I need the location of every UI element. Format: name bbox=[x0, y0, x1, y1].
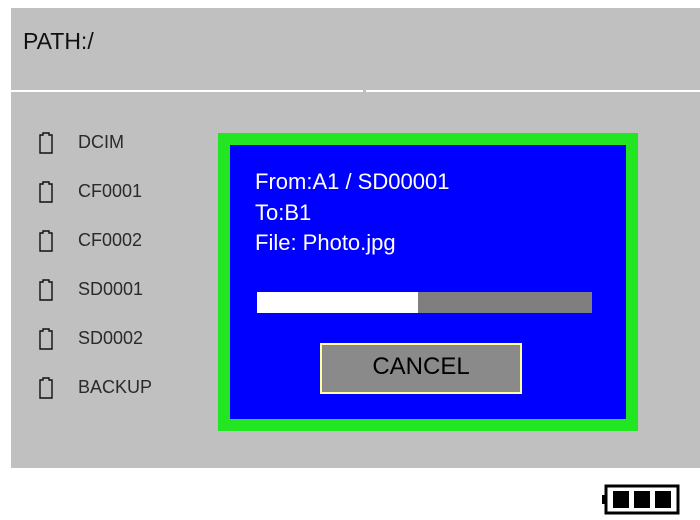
copy-file-line: File : Photo.jpg bbox=[255, 230, 396, 256]
folder-item-label: SD0002 bbox=[78, 328, 144, 348]
path-bar: PATH:/ bbox=[11, 8, 700, 90]
current-path: PATH:/ bbox=[23, 28, 94, 54]
source-value: :A1 / SD00001 bbox=[306, 169, 450, 194]
battery-full-icon bbox=[601, 484, 680, 515]
card-icon bbox=[39, 229, 53, 252]
dialog-body: From :A1 / SD00001 To :B1 File : Photo.j… bbox=[230, 145, 626, 419]
copy-progress-fill bbox=[257, 292, 418, 313]
destination-value: :B1 bbox=[278, 200, 312, 225]
folder-item-sd0002[interactable]: SD0002 bbox=[39, 314, 209, 363]
copy-progress-dialog: From :A1 / SD00001 To :B1 File : Photo.j… bbox=[218, 133, 638, 431]
folder-item-dcim[interactable]: DCIM bbox=[39, 118, 209, 167]
file-value: : Photo.jpg bbox=[290, 230, 396, 255]
cancel-button[interactable]: CANCEL bbox=[320, 343, 522, 394]
folder-item-cf0001[interactable]: CF0001 bbox=[39, 167, 209, 216]
card-icon bbox=[39, 327, 53, 350]
path-divider-left bbox=[11, 90, 363, 92]
card-icon bbox=[39, 278, 53, 301]
folder-item-cf0002[interactable]: CF0002 bbox=[39, 216, 209, 265]
card-icon bbox=[39, 180, 53, 203]
path-divider-right bbox=[366, 90, 700, 92]
folder-item-backup[interactable]: BACKUP bbox=[39, 363, 209, 412]
folder-item-label: DCIM bbox=[78, 132, 124, 152]
folder-item-label: SD0001 bbox=[78, 279, 144, 299]
folder-item-label: CF0002 bbox=[78, 230, 143, 250]
battery-segment bbox=[655, 491, 671, 508]
copy-progress-bar bbox=[257, 292, 592, 313]
folder-item-label: CF0001 bbox=[78, 181, 143, 201]
copy-source-line: From :A1 / SD00001 bbox=[255, 169, 449, 195]
device-screen: PATH:/ DCIM CF0001 CF0002 SD0001 SD0002 … bbox=[0, 0, 700, 520]
folder-item-label: BACKUP bbox=[78, 377, 153, 397]
source-label: From bbox=[255, 169, 307, 194]
card-icon bbox=[39, 376, 53, 399]
copy-destination-line: To :B1 bbox=[255, 200, 311, 226]
folder-list: DCIM CF0001 CF0002 SD0001 SD0002 BACKUP bbox=[39, 118, 209, 428]
battery-segment bbox=[613, 491, 629, 508]
card-icon bbox=[39, 131, 53, 154]
file-label: File bbox=[255, 230, 291, 255]
destination-label: To bbox=[255, 200, 279, 225]
folder-item-sd0001[interactable]: SD0001 bbox=[39, 265, 209, 314]
battery-segment bbox=[634, 491, 650, 508]
